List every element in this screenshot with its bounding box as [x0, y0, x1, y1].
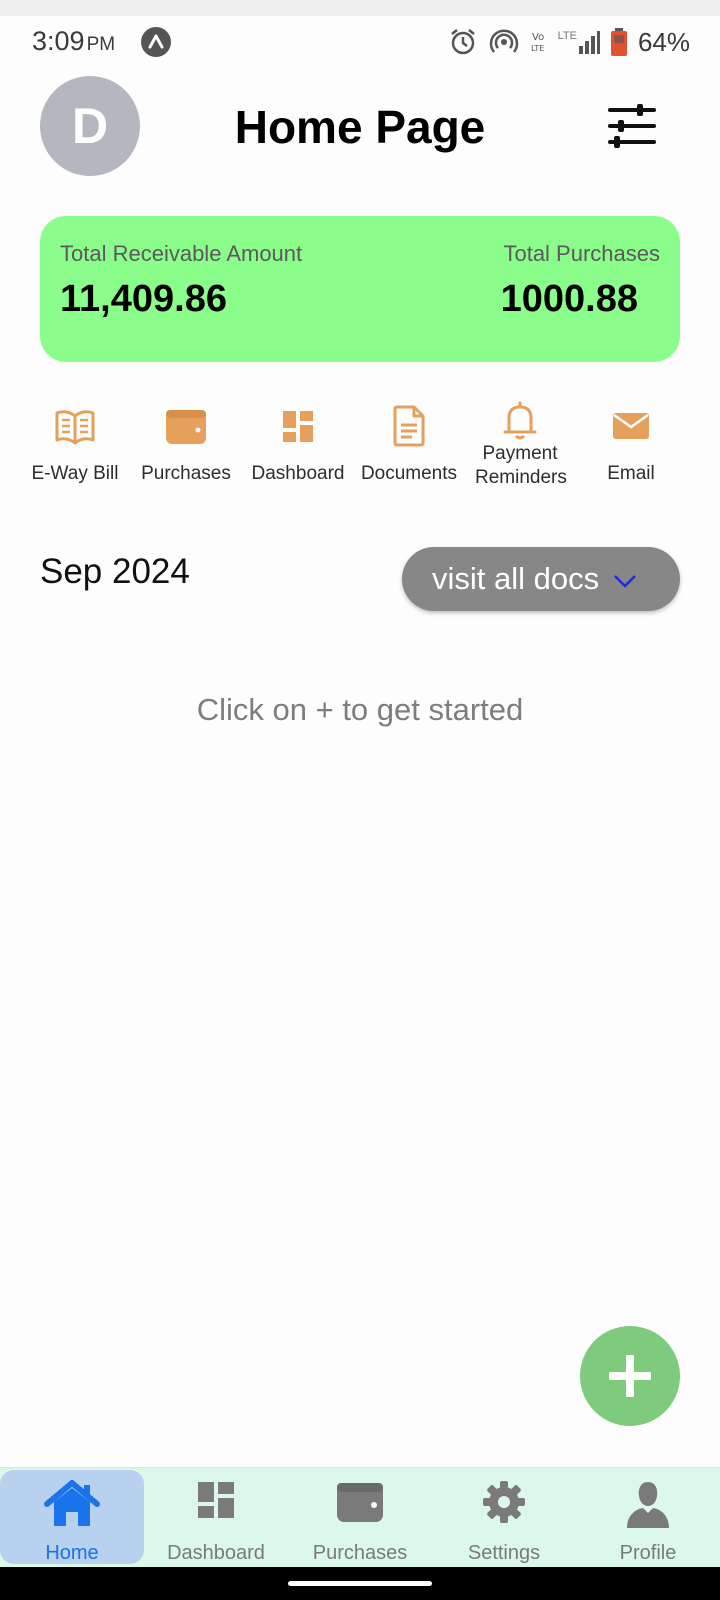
- nav-label: Dashboard: [167, 1542, 265, 1564]
- quick-action-label: Documents: [360, 463, 458, 484]
- signal-strength: LTE: [558, 30, 600, 54]
- person-icon: [627, 1482, 669, 1528]
- quick-action-email[interactable]: Email: [572, 400, 690, 486]
- quick-action-label: Payment Reminders: [475, 443, 567, 488]
- open-book-icon: [55, 410, 95, 445]
- document-icon: [393, 405, 425, 447]
- quick-action-label: Email: [607, 463, 655, 484]
- quick-action-dashboard[interactable]: Dashboard: [239, 400, 357, 486]
- nav-label: Purchases: [312, 1542, 408, 1564]
- purchases-total-value: 1000.88: [500, 278, 638, 320]
- alarm-icon: [450, 29, 475, 55]
- battery-icon: [610, 28, 627, 56]
- hotspot-icon: [489, 29, 518, 53]
- current-month-label: Sep 2024: [40, 552, 190, 591]
- summary-card[interactable]: Total Receivable Amount 11,409.86 Total …: [40, 216, 680, 362]
- wallet-icon: [337, 1483, 383, 1522]
- quick-action-label: E-Way Bill: [31, 463, 119, 484]
- gear-icon: [483, 1481, 525, 1523]
- visit-all-docs-button[interactable]: visit all docs: [402, 547, 680, 611]
- nav-home[interactable]: Home: [0, 1468, 144, 1568]
- signal-bars-icon: [578, 31, 600, 54]
- nav-label: Profile: [619, 1542, 677, 1564]
- dashboard-icon: [283, 411, 313, 442]
- nav-purchases[interactable]: Purchases: [288, 1468, 432, 1568]
- system-nav-bar: [0, 1567, 720, 1600]
- battery-percent: 64%: [637, 26, 690, 57]
- visit-all-docs-label: visit all docs: [432, 561, 600, 596]
- wallet-icon: [166, 410, 206, 444]
- status-time: 3:09 PM: [32, 26, 115, 57]
- home-icon: [44, 1480, 100, 1526]
- nav-settings[interactable]: Settings: [432, 1468, 576, 1568]
- top-strip: [0, 0, 720, 16]
- dashboard-icon: [198, 1482, 234, 1518]
- app-notification-icon: [141, 27, 171, 57]
- quick-actions: E-Way Bill Purchases Dashboard Documents…: [20, 400, 700, 510]
- quick-action-payment-reminders[interactable]: Payment Reminders: [461, 400, 579, 490]
- empty-state-hint: Click on + to get started: [196, 692, 524, 727]
- envelope-icon: [613, 413, 649, 439]
- receivable-value: 11,409.86: [60, 278, 227, 320]
- status-bar: 3:09 PM Vo LTE LTE 64%: [0, 16, 720, 68]
- quick-action-label: Purchases: [141, 463, 231, 484]
- purchases-total-label: Total Purchases: [503, 241, 660, 266]
- chevron-down-icon: [614, 575, 636, 588]
- bell-icon: [503, 401, 537, 440]
- quick-action-label: Dashboard: [251, 463, 345, 484]
- status-time-value: 3:09: [32, 26, 85, 56]
- nav-label: Settings: [467, 1542, 541, 1564]
- svg-text:LTE: LTE: [531, 44, 544, 53]
- nav-profile[interactable]: Profile: [576, 1468, 720, 1568]
- volte-icon: Vo LTE: [531, 32, 544, 53]
- network-type: LTE: [557, 30, 577, 42]
- svg-text:Vo: Vo: [532, 32, 544, 43]
- receivable-label: Total Receivable Amount: [60, 241, 303, 266]
- bottom-nav: Home Dashboard Purchases Settings Profil…: [0, 1467, 720, 1568]
- home-gesture-handle[interactable]: [288, 1581, 432, 1586]
- quick-action-purchases[interactable]: Purchases: [127, 400, 245, 486]
- add-fab-button[interactable]: [580, 1326, 680, 1426]
- nav-dashboard[interactable]: Dashboard: [144, 1468, 288, 1568]
- sliders-icon: [608, 104, 656, 148]
- quick-action-eway-bill[interactable]: E-Way Bill: [16, 400, 134, 486]
- plus-icon: [609, 1355, 651, 1397]
- nav-label: Home: [45, 1542, 99, 1564]
- quick-action-documents[interactable]: Documents: [350, 400, 468, 486]
- status-ampm: PM: [86, 34, 116, 55]
- filter-settings-button[interactable]: [604, 102, 660, 150]
